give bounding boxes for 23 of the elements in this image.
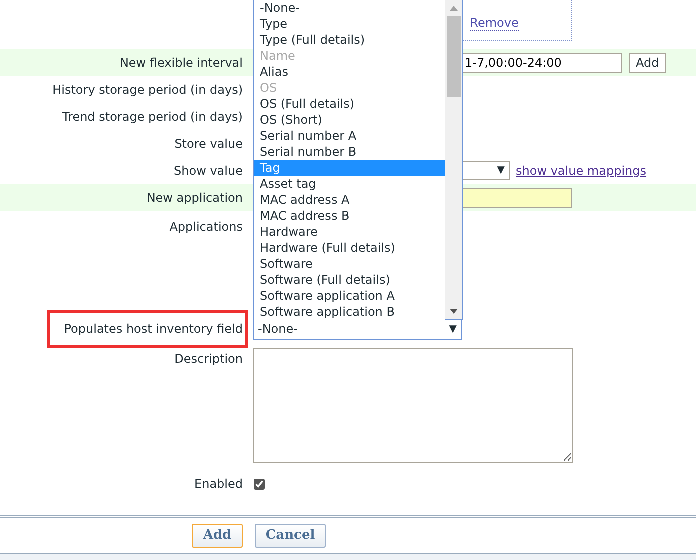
remove-link[interactable]: Remove [470,17,519,31]
field-label: Store value [174,136,243,152]
field-label: Show value [174,162,243,180]
scroll-down-icon[interactable] [450,309,458,314]
dropdown-option[interactable]: Software application B [254,304,445,320]
field-label: Description [174,351,243,368]
field-label: Populates host inventory field [64,321,243,338]
cancel-button[interactable]: Cancel [255,524,326,548]
description-field[interactable] [253,348,573,463]
enabled-checkbox[interactable] [254,478,265,490]
scrollbar-thumb[interactable] [446,16,460,97]
show-value-mappings-link[interactable]: show value mappings [516,162,647,180]
inventory-select[interactable]: -None- ▼ [253,318,462,340]
add-button[interactable]: Add [192,524,243,548]
field-label: History storage period (in days) [52,82,243,98]
scroll-up-icon[interactable] [450,6,458,11]
scrollbar[interactable] [445,0,462,319]
field-label: New flexible interval [120,54,243,72]
field-label: Applications [170,219,243,236]
field-label: Trend storage period (in days) [62,108,243,126]
field-label: Enabled [194,476,243,493]
field-label: New application [146,190,243,206]
add-interval-button[interactable]: Add [629,52,666,72]
